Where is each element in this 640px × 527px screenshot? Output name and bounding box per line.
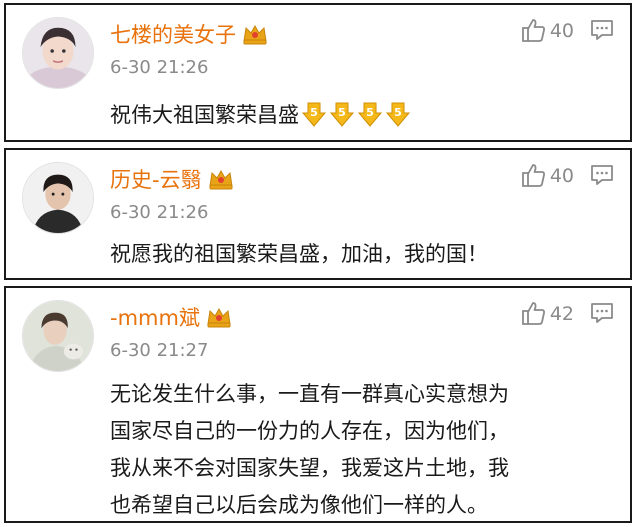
- five-medal-icon: 5: [357, 102, 383, 127]
- comment-text: 无论发生什么事，一直有一群真心实意想为 国家尽自己的一份力的人存在，因为他们， …: [110, 376, 620, 524]
- comment-text-line: 我从来不会对国家失望，我爱这片土地，我: [110, 456, 509, 480]
- comment-card: 历史-云翳 6-30 21:26 40 祝愿我的祖国繁荣昌盛，加油，我的国！: [4, 148, 632, 280]
- comment-text: 祝伟大祖国繁荣昌盛 5 5 5 5: [110, 97, 620, 134]
- comment-time: 6-30 21:26: [110, 57, 209, 78]
- crown-icon: [208, 169, 233, 190]
- five-medal-icon: 5: [329, 102, 355, 127]
- five-medal-icon: 5: [301, 102, 327, 127]
- svg-text:5: 5: [338, 106, 346, 119]
- comment-text-line: 无论发生什么事，一直有一群真心实意想为: [110, 382, 509, 406]
- comment-time: 6-30 21:27: [110, 340, 209, 361]
- username[interactable]: -mmm斌: [110, 302, 232, 332]
- username[interactable]: 历史-云翳: [110, 164, 234, 194]
- thumbs-up-icon[interactable]: [520, 162, 546, 188]
- reply-icon[interactable]: [590, 164, 614, 186]
- comment-text: 祝愿我的祖国繁荣昌盛，加油，我的国！: [110, 242, 488, 266]
- comment-text-line: 也希望自己以后会成为像他们一样的人。: [110, 493, 488, 517]
- comment-text-line: 国家尽自己的一份力的人存在，因为他们，: [110, 419, 509, 443]
- avatar[interactable]: [22, 17, 94, 89]
- svg-text:5: 5: [394, 106, 402, 119]
- comment-card: -mmm斌 6-30 21:27 42 无论发生什么事，一直有一群真心实意想为 …: [4, 286, 632, 523]
- like-count: 42: [549, 303, 574, 325]
- five-medal-icon: 5: [385, 102, 411, 127]
- avatar[interactable]: [22, 162, 94, 234]
- crown-icon: [243, 24, 267, 45]
- thumbs-up-icon[interactable]: [520, 17, 546, 43]
- like-count: 40: [549, 20, 574, 42]
- comment-time: 6-30 21:26: [110, 202, 209, 223]
- reply-icon[interactable]: [590, 302, 614, 324]
- comment-card: 七楼的美女子 6-30 21:26 40 祝伟大祖国繁荣昌盛 5 5 5 5: [4, 3, 632, 142]
- svg-text:5: 5: [366, 106, 374, 119]
- thumbs-up-icon[interactable]: [520, 300, 546, 326]
- crown-icon: [207, 307, 231, 328]
- username[interactable]: 七楼的美女子: [110, 19, 268, 49]
- avatar[interactable]: [22, 300, 94, 372]
- svg-text:5: 5: [310, 106, 318, 119]
- reply-icon[interactable]: [590, 19, 614, 41]
- like-count: 40: [549, 165, 574, 187]
